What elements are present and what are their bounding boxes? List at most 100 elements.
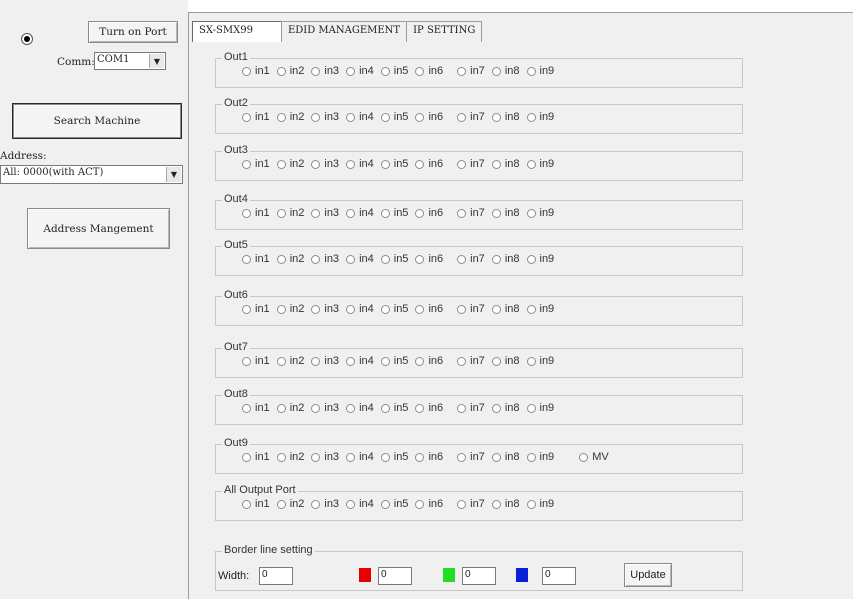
input-radio-option[interactable]: in9 [526,111,554,123]
input-radio-option[interactable]: in5 [380,402,408,414]
radio-icon[interactable] [415,304,425,314]
radio-icon[interactable] [346,66,356,76]
radio-icon[interactable] [346,499,356,509]
input-radio-option[interactable]: in6 [415,498,443,510]
radio-icon[interactable] [579,452,589,462]
radio-icon[interactable] [311,159,321,169]
input-radio-option[interactable]: in7 [457,451,485,463]
radio-icon[interactable] [346,112,356,122]
input-radio-option[interactable]: in7 [457,65,485,77]
radio-icon[interactable] [526,499,536,509]
address-select[interactable]: All: 0000(with ACT) ▼ [0,165,183,184]
input-radio-option[interactable]: in1 [242,253,270,265]
radio-icon[interactable] [491,499,501,509]
radio-icon[interactable] [491,304,501,314]
radio-icon[interactable] [491,356,501,366]
radio-icon[interactable] [526,304,536,314]
radio-icon[interactable] [276,159,286,169]
input-radio-option[interactable]: in1 [242,402,270,414]
comm-select[interactable]: COM1 ▼ [94,52,166,70]
input-radio-option[interactable]: in5 [380,498,408,510]
input-radio-option[interactable]: in5 [380,158,408,170]
input-radio-option[interactable]: in4 [346,402,374,414]
port-status-radio[interactable] [21,33,33,45]
input-radio-option[interactable]: in5 [380,303,408,315]
radio-icon[interactable] [346,159,356,169]
radio-icon[interactable] [491,112,501,122]
input-radio-option[interactable]: in1 [242,303,270,315]
radio-icon[interactable] [346,403,356,413]
input-radio-option[interactable]: in4 [346,65,374,77]
input-radio-option[interactable]: in2 [276,65,304,77]
input-radio-option[interactable]: in4 [346,253,374,265]
radio-icon[interactable] [415,403,425,413]
input-radio-option[interactable]: in1 [242,355,270,367]
radio-icon[interactable] [457,159,467,169]
input-radio-option[interactable]: in3 [311,111,339,123]
input-radio-option[interactable]: in9 [526,355,554,367]
radio-icon[interactable] [526,66,536,76]
input-radio-option[interactable]: in8 [491,253,520,265]
radio-icon[interactable] [526,356,536,366]
input-radio-option[interactable]: in4 [346,451,374,463]
input-radio-option[interactable]: in3 [311,451,339,463]
input-radio-option[interactable]: in2 [276,111,304,123]
radio-icon[interactable] [415,499,425,509]
input-radio-option[interactable]: in2 [276,207,304,219]
radio-icon[interactable] [491,452,501,462]
radio-icon[interactable] [276,356,286,366]
input-radio-option[interactable]: in1 [242,111,270,123]
radio-icon[interactable] [311,112,321,122]
width-input[interactable]: 0 [259,567,293,585]
radio-icon[interactable] [491,254,501,264]
radio-icon[interactable] [242,66,251,76]
input-radio-option[interactable]: in2 [276,158,304,170]
input-radio-option[interactable]: in6 [415,451,443,463]
input-radio-option[interactable]: in7 [457,498,485,510]
tab-edid-management[interactable]: EDID MANAGEMENT [280,21,408,42]
radio-icon[interactable] [380,403,390,413]
input-radio-option[interactable]: in4 [346,303,374,315]
mv-radio-option[interactable]: MV [579,451,609,463]
input-radio-option[interactable]: in9 [526,303,554,315]
radio-icon[interactable] [242,112,251,122]
radio-icon[interactable] [457,304,467,314]
radio-icon[interactable] [491,66,501,76]
radio-icon[interactable] [242,452,251,462]
input-radio-option[interactable]: in8 [491,498,520,510]
input-radio-option[interactable]: in7 [457,303,485,315]
address-management-button[interactable]: Address Mangement [27,208,170,249]
input-radio-option[interactable]: in6 [415,65,443,77]
radio-icon[interactable] [242,499,251,509]
radio-icon[interactable] [276,499,286,509]
radio-icon[interactable] [242,208,251,218]
radio-icon[interactable] [311,66,321,76]
input-radio-option[interactable]: in6 [415,355,443,367]
input-radio-option[interactable]: in8 [491,207,520,219]
radio-icon[interactable] [415,66,425,76]
input-radio-option[interactable]: in7 [457,207,485,219]
radio-icon[interactable] [380,254,390,264]
input-radio-option[interactable]: in2 [276,355,304,367]
radio-icon[interactable] [276,112,286,122]
input-radio-option[interactable]: in3 [311,402,339,414]
radio-icon[interactable] [380,112,390,122]
chevron-down-icon[interactable]: ▼ [166,167,181,182]
turn-on-port-button[interactable]: Turn on Port [88,21,178,43]
input-radio-option[interactable]: in9 [526,158,554,170]
input-radio-option[interactable]: in3 [311,498,339,510]
tab-sx-smx99[interactable]: SX-SMX99 [192,21,282,42]
radio-icon[interactable] [415,452,425,462]
radio-icon[interactable] [242,254,251,264]
radio-icon[interactable] [380,499,390,509]
input-radio-option[interactable]: in8 [491,402,520,414]
radio-icon[interactable] [457,403,467,413]
radio-icon[interactable] [276,66,286,76]
input-radio-option[interactable]: in8 [491,303,520,315]
radio-icon[interactable] [311,452,321,462]
input-radio-option[interactable]: in9 [526,207,554,219]
input-radio-option[interactable]: in6 [415,111,443,123]
input-radio-option[interactable]: in4 [346,355,374,367]
input-radio-option[interactable]: in5 [380,65,408,77]
input-radio-option[interactable]: in6 [415,303,443,315]
